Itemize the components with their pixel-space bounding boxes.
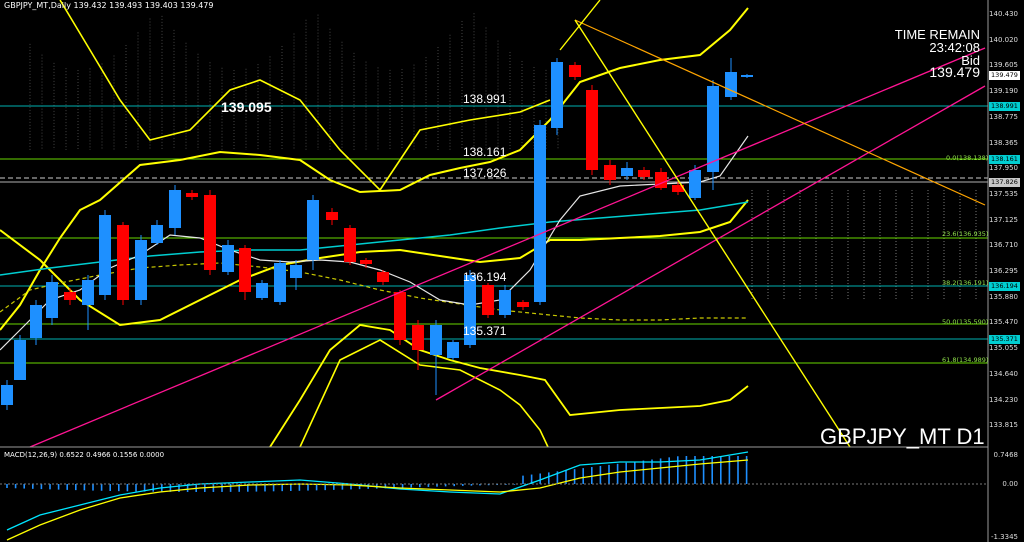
price-axis-label: 136.295 [989, 267, 1018, 275]
candle-body [707, 86, 719, 172]
price-axis-label: 135.055 [989, 344, 1018, 353]
candle-body [586, 90, 598, 170]
price-axis-label: 134.640 [989, 369, 1018, 378]
price-axis-label: 140.020 [989, 35, 1018, 44]
bid-value: 139.479 [929, 64, 980, 80]
fib-label: 0.0(138.138) [946, 154, 989, 162]
candle-body [551, 62, 563, 128]
chart-header: GBPJPY_MT,Daily 139.432 139.493 139.403 … [4, 1, 214, 10]
candle-body [290, 265, 302, 278]
candle-body [569, 65, 581, 77]
macd-axis-label: -1.3345 [990, 533, 1018, 541]
price-tag: 138.161 [989, 155, 1020, 164]
candle-body [239, 248, 251, 292]
price-tag: 136.194 [989, 282, 1020, 291]
symbol-watermark: GBPJPY_MT D1 [820, 424, 985, 449]
candle-body [621, 168, 633, 176]
level-label: 135.371 [463, 324, 507, 338]
candle-body [274, 263, 286, 302]
candle-body [46, 282, 58, 318]
price-axis-label: 139.605 [989, 61, 1018, 70]
moving-average-dashed [0, 262, 748, 321]
price-axis-label: 138.775 [989, 112, 1018, 121]
fib-label: 61.8(134.989) [942, 356, 989, 364]
macd-label: MACD(12,26,9) 0.6522 0.4966 0.1556 0.000… [4, 451, 165, 459]
level-label: 138.161 [463, 145, 507, 159]
candle-body [186, 193, 198, 197]
price-tag: 137.826 [989, 178, 1020, 187]
price-axis-label: 137.535 [989, 189, 1018, 198]
macd-axis-label: 0.00 [1002, 480, 1018, 488]
candlesticks [1, 58, 753, 410]
fib-label: 38.2(136.191) [942, 279, 989, 287]
candle-body [64, 292, 76, 300]
candle-body [638, 170, 650, 177]
candle-body [360, 260, 372, 264]
trendline-upper[interactable] [29, 47, 986, 448]
price-tag: 138.991 [989, 102, 1020, 111]
price-axis-label: 134.230 [989, 395, 1018, 404]
price-axis-label: 137.125 [989, 215, 1018, 224]
candle-body [30, 305, 42, 338]
candle-body [344, 228, 356, 262]
envelope-lower [269, 324, 749, 448]
macd-axis-label: 0.7468 [993, 451, 1019, 459]
indicators [0, 0, 749, 448]
candle-body [307, 200, 319, 260]
symbol-period: GBPJPY_MT,Daily [4, 1, 71, 10]
candle-body [741, 75, 753, 77]
candle-body [14, 340, 26, 380]
candle-body [412, 325, 424, 350]
candle-body [499, 290, 511, 315]
candle-body [534, 125, 546, 302]
candle-body [725, 72, 737, 97]
candle-body [151, 225, 163, 243]
candle-body [482, 285, 494, 315]
yellow-trendline[interactable] [559, 0, 601, 51]
candle-body [1, 385, 13, 405]
ohlc-values: 139.432 139.493 139.403 139.479 [73, 1, 214, 10]
bollinger-upper [0, 7, 749, 331]
price-tag: 135.371 [989, 335, 1020, 344]
fib-label: 50.0(135.590) [942, 318, 989, 326]
candle-body [169, 190, 181, 228]
price-axis-label: 135.880 [989, 292, 1018, 301]
macd-panel [0, 451, 988, 541]
candle-body [82, 280, 94, 305]
candle-body [204, 195, 216, 270]
candle-body [135, 240, 147, 300]
candle-body [517, 302, 529, 307]
macd-main-line [6, 459, 749, 541]
price-axis-label: 140.430 [989, 10, 1018, 18]
price-axis-label: 136.710 [989, 241, 1018, 250]
chart-window[interactable]: GBPJPY_MT,Daily 139.432 139.493 139.403 … [0, 0, 1024, 542]
candle-body [222, 245, 234, 272]
fib-label: 23.6(136.935) [942, 230, 989, 238]
candle-body [604, 165, 616, 180]
price-axis-label: 135.470 [989, 318, 1018, 327]
candle-body [430, 325, 442, 355]
price-tag: 139.479 [989, 71, 1020, 80]
price-axis-label: 137.950 [989, 164, 1018, 173]
candle-body [689, 170, 701, 198]
candle-body [394, 292, 406, 340]
price-axis-label: 133.815 [989, 421, 1018, 430]
candle-body [447, 342, 459, 358]
candle-body [117, 225, 129, 300]
level-label: 137.826 [463, 166, 507, 180]
chart-canvas[interactable] [0, 0, 1024, 542]
candle-body [256, 283, 268, 298]
bid-price-label: 139.095 [221, 99, 272, 115]
fib-fan-line[interactable] [574, 19, 986, 206]
level-label: 138.991 [463, 92, 507, 106]
price-axis-label: 139.190 [989, 87, 1018, 96]
level-label: 136.194 [463, 270, 507, 284]
envelope-lower-outer [299, 339, 549, 448]
bollinger-lower [0, 199, 749, 327]
candle-body [377, 272, 389, 282]
price-axis-label: 138.365 [989, 138, 1018, 147]
candle-body [326, 212, 338, 220]
candle-body [99, 215, 111, 295]
